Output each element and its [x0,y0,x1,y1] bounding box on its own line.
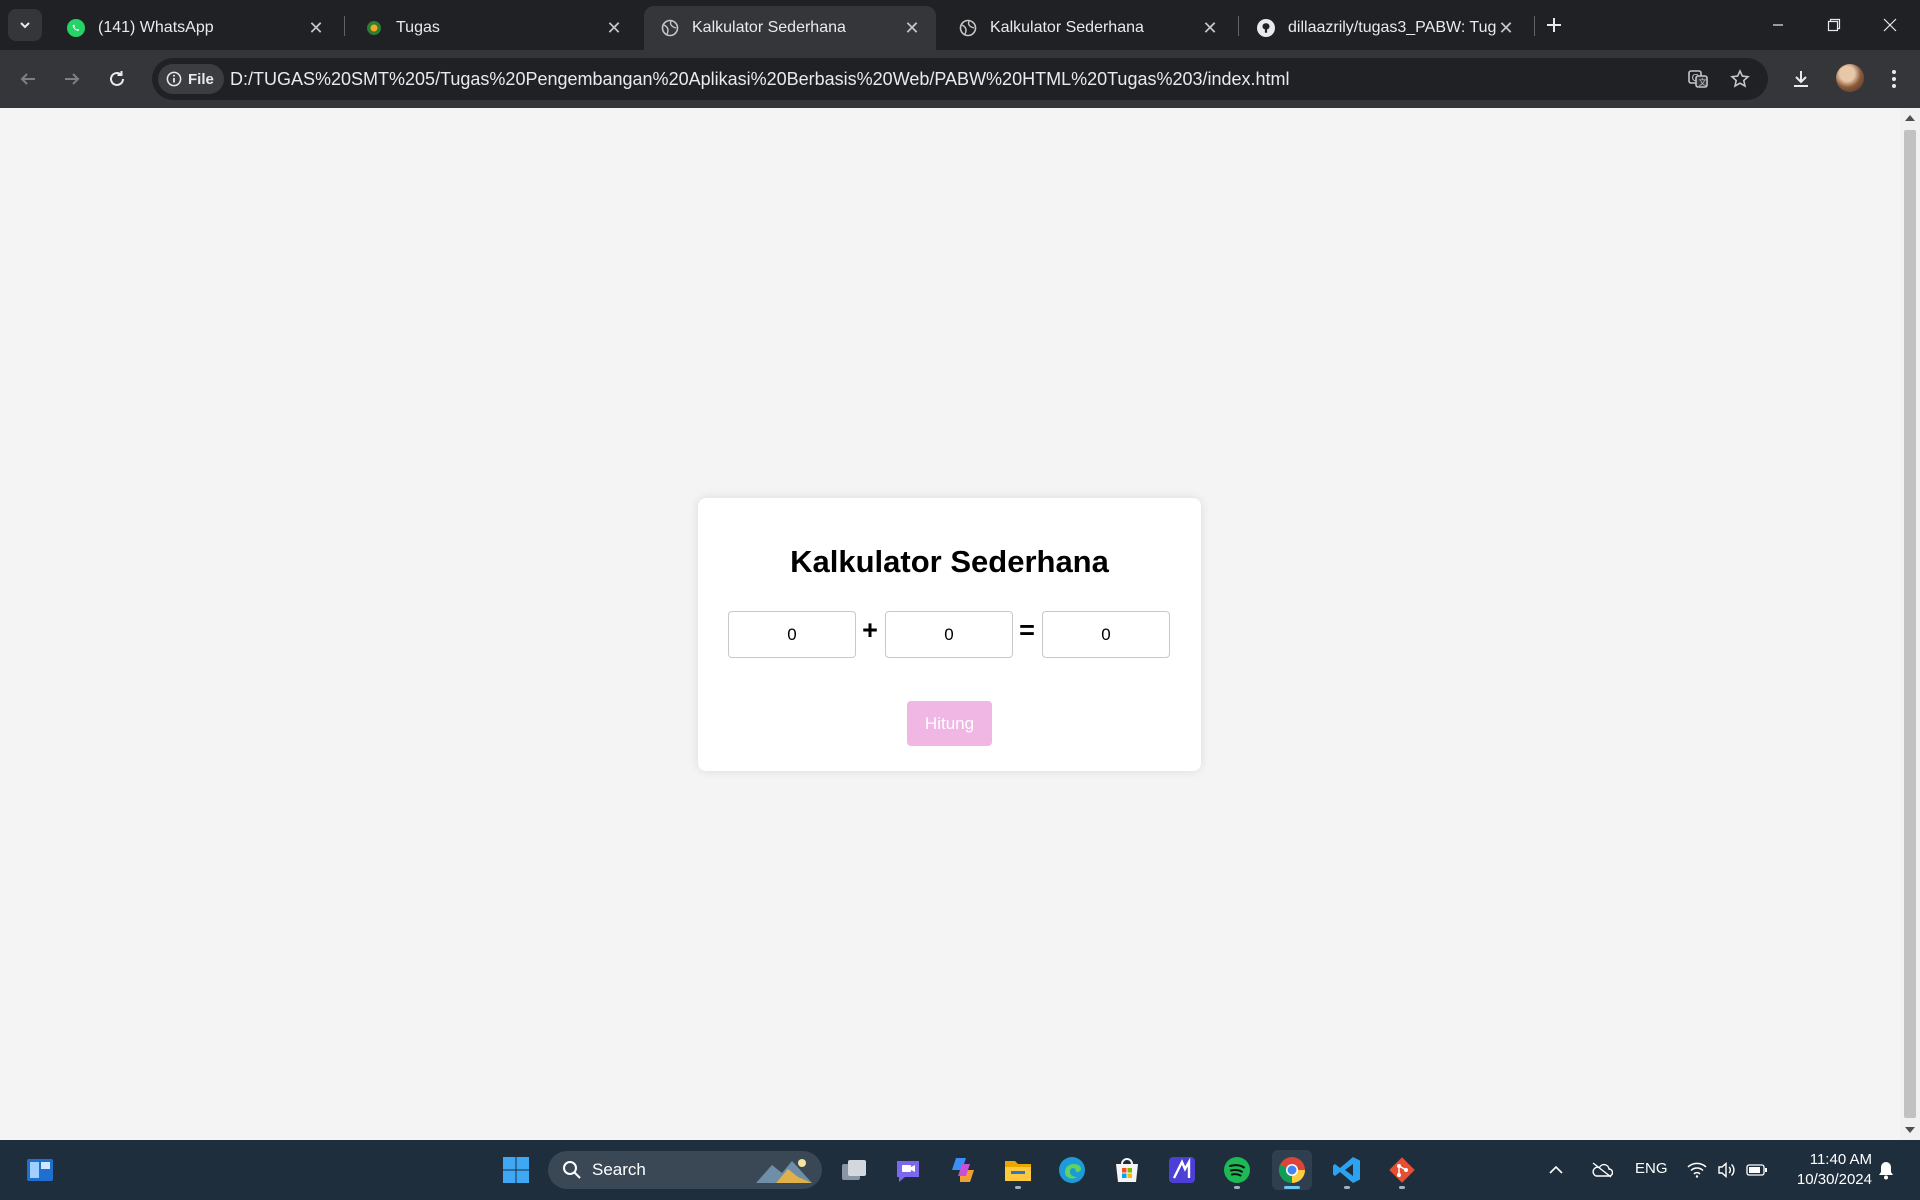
app-icon[interactable] [1162,1150,1202,1190]
close-window-button[interactable] [1862,0,1918,50]
info-icon [166,71,182,87]
tab-kalkulator-active[interactable]: Kalkulator Sederhana ✕ [644,6,936,50]
tugas-favicon [364,18,384,38]
more-vertical-icon [1892,70,1896,88]
tab-title: Tugas [396,19,440,36]
tab-title: Kalkulator Sederhana [692,19,846,36]
reload-button[interactable] [101,63,133,95]
onedrive-offline-icon[interactable] [1588,1150,1616,1190]
close-icon[interactable]: ✕ [306,18,326,38]
chrome-icon[interactable] [1272,1150,1312,1190]
start-icon[interactable] [496,1150,536,1190]
hitung-button[interactable]: Hitung [907,701,992,746]
site-info-chip[interactable]: File [158,64,224,94]
back-button[interactable] [12,63,44,95]
tab-separator [1238,16,1239,36]
widgets-icon[interactable] [20,1150,60,1190]
reload-icon [110,71,124,86]
volume-icon[interactable] [1713,1150,1741,1190]
forward-button[interactable] [56,63,88,95]
site-info-label: File [188,70,214,88]
page-viewport: Kalkulator Sederhana + = Hitung [0,108,1900,1140]
taskbar-search[interactable]: Search [548,1151,822,1189]
notification-bell-icon[interactable] [1872,1150,1900,1190]
language-indicator[interactable]: ENG [1635,1160,1668,1177]
github-icon [1256,18,1276,38]
battery-icon[interactable] [1743,1150,1771,1190]
menu-button[interactable] [1878,63,1910,95]
running-indicator [1344,1186,1350,1189]
restore-button[interactable] [1806,0,1862,50]
tab-separator [344,16,345,36]
clock-time: 11:40 AM [1809,1151,1872,1168]
tab-strip: (141) WhatsApp ✕ Tugas ✕ Kalkulator Sede… [0,0,1920,50]
minimize-icon [1773,24,1783,26]
task-view-icon[interactable] [834,1150,874,1190]
search-highlight-image [756,1159,812,1183]
restore-icon [1827,18,1841,32]
equals-operator: = [1019,615,1035,645]
close-icon[interactable]: ✕ [1496,18,1516,38]
minimize-button[interactable] [1750,0,1806,50]
wifi-icon[interactable] [1683,1150,1711,1190]
running-indicator [1399,1186,1405,1189]
tab-separator [1534,16,1535,36]
file-explorer-icon[interactable] [998,1150,1038,1190]
first-number-input[interactable] [728,611,856,658]
svg-text:文: 文 [1699,77,1707,87]
new-tab-button[interactable] [1540,11,1568,39]
profile-avatar[interactable] [1836,64,1864,92]
scroll-thumb[interactable] [1904,130,1916,1118]
copilot-icon[interactable] [943,1150,983,1190]
search-icon [563,1161,581,1179]
edge-icon[interactable] [1052,1150,1092,1190]
chevron-down-icon [20,22,30,29]
spotify-icon[interactable] [1217,1150,1257,1190]
running-indicator [1234,1186,1240,1189]
scroll-down-icon[interactable] [1905,1127,1915,1133]
download-icon [1794,71,1808,87]
git-icon[interactable] [1382,1150,1422,1190]
store-icon[interactable] [1107,1150,1147,1190]
running-indicator [1284,1186,1300,1189]
tab-search-button[interactable] [8,9,42,41]
tab-tugas[interactable]: Tugas ✕ [348,6,638,50]
close-icon[interactable]: ✕ [902,18,922,38]
bookmark-star-icon[interactable] [1728,67,1752,91]
tab-title: dillaazrily/tugas3_PABW: Tugas 3 [1288,19,1496,36]
clock-date: 10/30/2024 [1796,1171,1872,1188]
tab-kalkulator[interactable]: Kalkulator Sederhana ✕ [942,6,1234,50]
globe-icon [660,18,680,38]
translate-icon[interactable]: G文 [1686,67,1710,91]
plus-operator: + [862,615,878,645]
whatsapp-icon [66,18,86,38]
address-bar[interactable]: File D:/TUGAS%20SMT%205/Tugas%20Pengemba… [152,58,1768,100]
browser-toolbar: File D:/TUGAS%20SMT%205/Tugas%20Pengemba… [0,50,1920,108]
page-title: Kalkulator Sederhana [790,544,1109,579]
second-number-input[interactable] [885,611,1013,658]
close-icon[interactable]: ✕ [604,18,624,38]
result-field[interactable] [1042,611,1170,658]
scroll-up-icon[interactable] [1905,115,1915,121]
downloads-button[interactable] [1785,63,1817,95]
tab-whatsapp[interactable]: (141) WhatsApp ✕ [50,6,340,50]
plus-icon [1547,18,1561,32]
globe-icon [958,18,978,38]
tab-github[interactable]: dillaazrily/tugas3_PABW: Tugas 3 ✕ [1240,6,1530,50]
tab-title: (141) WhatsApp [98,19,214,36]
close-icon[interactable]: ✕ [1200,18,1220,38]
vscode-icon[interactable] [1327,1150,1367,1190]
url-text[interactable]: D:/TUGAS%20SMT%205/Tugas%20Pengembangan%… [230,69,1290,90]
arrow-right-icon [65,73,80,85]
running-indicator [1015,1186,1021,1189]
clock[interactable]: 11:40 AM 10/30/2024 [1782,1150,1872,1190]
meet-icon[interactable] [888,1150,928,1190]
tab-title: Kalkulator Sederhana [990,19,1144,36]
search-label: Search [592,1160,646,1179]
page-scrollbar[interactable] [1900,108,1920,1140]
chevron-up-icon[interactable] [1542,1150,1570,1190]
taskbar: Search ENG 11:40 AM 10/30/2024 [0,1140,1920,1200]
arrow-left-icon [20,73,35,85]
close-icon [1883,18,1897,32]
